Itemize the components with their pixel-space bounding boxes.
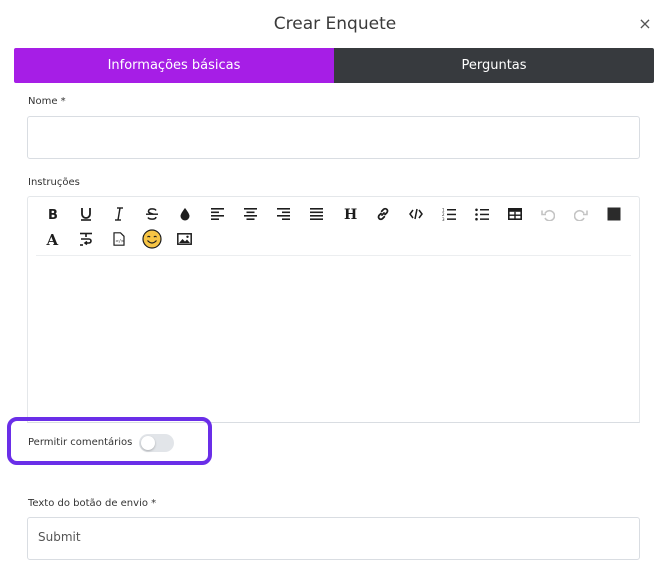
emoji-icon[interactable] [135,227,168,251]
tab-informacoes-basicas[interactable]: Informações básicas [14,48,334,83]
bold-icon[interactable]: B [36,202,69,226]
redo-icon[interactable] [564,202,597,226]
italic-icon[interactable] [102,202,135,226]
instructions-label: Instruções [28,177,80,188]
submit-text-placeholder: Submit [38,530,81,544]
submit-text-label: Texto do botão de envio * [28,498,157,509]
submit-text-input[interactable]: Submit [27,517,640,560]
image-icon[interactable] [168,227,201,251]
text-color-icon[interactable] [168,202,201,226]
svg-text:A: A [46,232,59,246]
clear-format-icon[interactable] [69,227,102,251]
background-color-icon[interactable] [597,202,630,226]
tab-perguntas[interactable]: Perguntas [334,48,654,83]
strikethrough-icon[interactable] [135,202,168,226]
allow-comments-toggle[interactable] [139,434,174,452]
editor-content[interactable] [36,259,631,416]
close-icon[interactable]: × [636,15,654,33]
svg-text:3: 3 [442,216,445,220]
heading-icon[interactable]: H [333,202,366,226]
code-icon[interactable] [399,202,432,226]
rich-text-editor[interactable]: B H 123 A </> [27,196,640,423]
svg-text:B: B [48,208,58,221]
ordered-list-icon[interactable]: 123 [432,202,465,226]
font-icon[interactable]: A [36,227,69,251]
align-right-icon[interactable] [267,202,300,226]
svg-text:</>: </> [115,239,124,245]
editor-toolbar-row-2: A </> [36,227,201,251]
undo-icon[interactable] [531,202,564,226]
name-label: Nome * [28,96,66,107]
tab-bar: Informações básicas Perguntas [14,48,654,83]
align-center-icon[interactable] [234,202,267,226]
link-icon[interactable] [366,202,399,226]
unordered-list-icon[interactable] [465,202,498,226]
editor-divider [36,255,631,256]
modal-title: Crear Enquete [273,14,397,34]
toggle-knob [141,436,155,450]
name-input[interactable] [27,116,640,159]
underline-icon[interactable] [69,202,102,226]
svg-text:H: H [344,207,357,221]
editor-toolbar-row-1: B H 123 [36,202,630,226]
table-icon[interactable] [498,202,531,226]
align-justify-icon[interactable] [300,202,333,226]
html-file-icon[interactable]: </> [102,227,135,251]
allow-comments-label: Permitir comentários [28,437,133,448]
align-left-icon[interactable] [201,202,234,226]
